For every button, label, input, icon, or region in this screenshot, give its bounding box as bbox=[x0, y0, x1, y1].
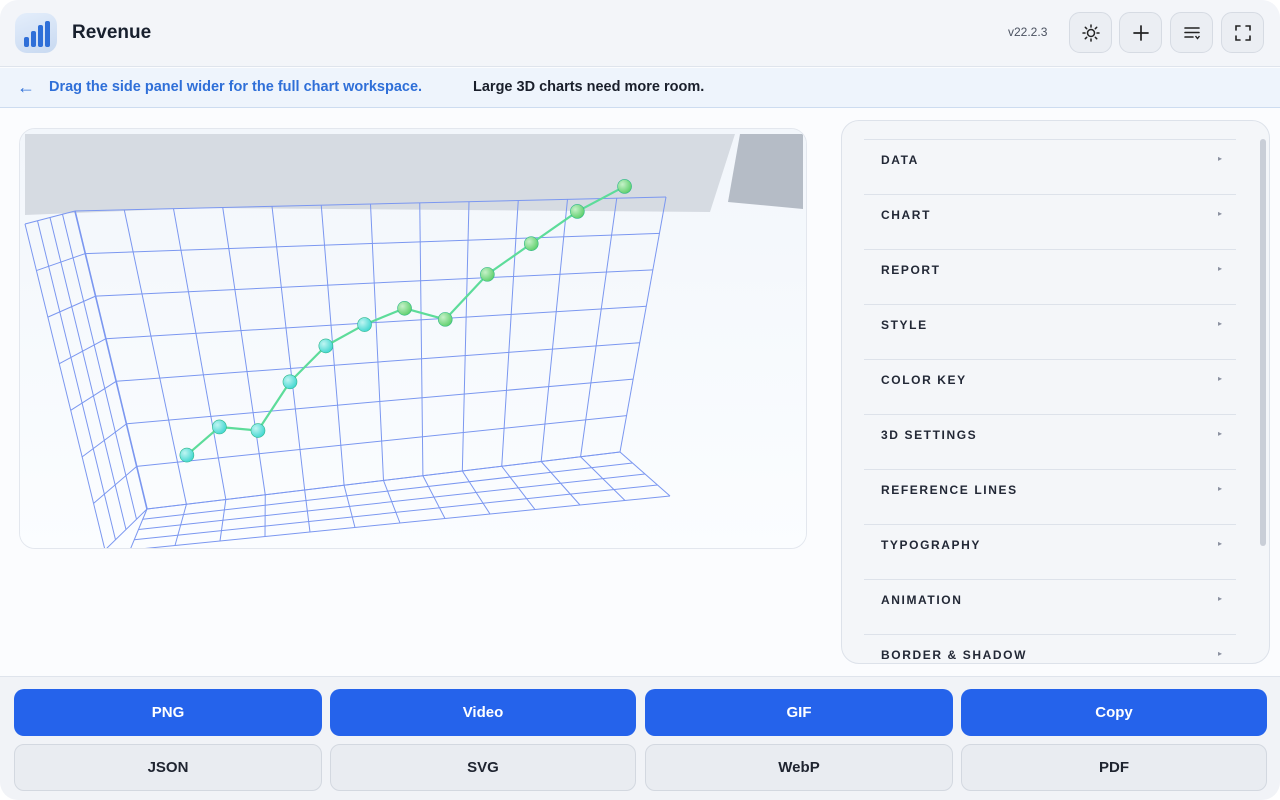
data-point[interactable] bbox=[282, 374, 298, 390]
panel-section-reference-lines[interactable]: REFERENCE LINES ▸ bbox=[864, 469, 1236, 524]
panel-scrollbar[interactable] bbox=[1260, 139, 1266, 546]
panel-section-border-shadow[interactable]: BORDER & SHADOW ▸ bbox=[864, 634, 1236, 663]
chart-3d-canvas[interactable] bbox=[20, 129, 807, 549]
chevron-right-icon: ▸ bbox=[1217, 484, 1222, 493]
chevron-right-icon: ▸ bbox=[1217, 649, 1222, 658]
menu-button[interactable] bbox=[1170, 12, 1213, 53]
panel-section-typography[interactable]: TYPOGRAPHY ▸ bbox=[864, 524, 1236, 579]
data-point[interactable] bbox=[617, 179, 632, 194]
chart-backdrop-wall bbox=[25, 134, 735, 215]
panel-section-data[interactable]: DATA ▸ bbox=[864, 139, 1236, 194]
banner-message: Large 3D charts need more room. bbox=[473, 79, 705, 95]
chevron-right-icon: ▸ bbox=[1217, 429, 1222, 438]
chevron-right-icon: ▸ bbox=[1217, 154, 1222, 163]
plus-icon bbox=[1132, 24, 1149, 41]
app-title: Revenue bbox=[72, 22, 152, 43]
panel-section-label: BORDER & SHADOW bbox=[881, 648, 1027, 662]
data-point[interactable] bbox=[212, 419, 227, 435]
export-webp-button[interactable]: WebP bbox=[645, 744, 953, 791]
chevron-right-icon: ▸ bbox=[1217, 374, 1222, 383]
fullscreen-button[interactable] bbox=[1221, 12, 1264, 53]
notice-banner: ← Drag the side panel wider for the full… bbox=[0, 68, 1280, 108]
panel-section-color-key[interactable]: COLOR KEY ▸ bbox=[864, 359, 1236, 414]
data-point[interactable] bbox=[357, 317, 372, 332]
export-copy-button[interactable]: Copy bbox=[961, 689, 1267, 736]
chevron-right-icon: ▸ bbox=[1217, 209, 1222, 218]
panel-section-label: 3D SETTINGS bbox=[881, 428, 978, 442]
panel-section-label: REFERENCE LINES bbox=[881, 483, 1018, 497]
data-point[interactable] bbox=[523, 236, 539, 251]
panel-section-label: DATA bbox=[881, 153, 919, 167]
data-point[interactable] bbox=[318, 338, 334, 354]
export-video-button[interactable]: Video bbox=[330, 689, 636, 736]
arrow-left-icon: ← bbox=[17, 77, 35, 97]
panel-section-chart[interactable]: CHART ▸ bbox=[864, 194, 1236, 249]
panel-section-label: TYPOGRAPHY bbox=[881, 538, 982, 552]
data-point[interactable] bbox=[480, 267, 495, 282]
chevron-right-icon: ▸ bbox=[1217, 594, 1222, 603]
expand-icon bbox=[1234, 24, 1251, 41]
chevron-right-icon: ▸ bbox=[1217, 319, 1222, 328]
app-header: Revenue v22.2.3 bbox=[0, 0, 1280, 67]
export-json-button[interactable]: JSON bbox=[14, 744, 322, 791]
panel-section-label: CHART bbox=[881, 208, 931, 222]
panel-section-3d-settings[interactable]: 3D SETTINGS ▸ bbox=[864, 414, 1236, 469]
panel-section-style[interactable]: STYLE ▸ bbox=[864, 304, 1236, 359]
chart-card bbox=[19, 128, 807, 549]
version-label: v22.2.3 bbox=[1008, 25, 1048, 39]
panel-section-report[interactable]: REPORT ▸ bbox=[864, 249, 1236, 304]
chevron-right-icon: ▸ bbox=[1217, 264, 1222, 273]
data-point[interactable] bbox=[570, 204, 585, 219]
chevron-right-icon: ▸ bbox=[1217, 539, 1222, 548]
export-svg-button[interactable]: SVG bbox=[330, 744, 636, 791]
panel-section-label: ANIMATION bbox=[881, 593, 963, 607]
export-footer: PNG Video GIF Copy JSON SVG WebP PDF bbox=[0, 676, 1280, 800]
data-point[interactable] bbox=[250, 423, 266, 438]
panel-section-label: STYLE bbox=[881, 318, 928, 332]
panel-section-animation[interactable]: ANIMATION ▸ bbox=[864, 579, 1236, 634]
data-point[interactable] bbox=[397, 300, 412, 316]
app-logo-icon bbox=[15, 13, 57, 53]
settings-side-panel: DATA ▸ CHART ▸ REPORT ▸ STYLE ▸ COLOR KEY ▸ 3D SET… bbox=[841, 120, 1270, 664]
add-button[interactable] bbox=[1119, 12, 1162, 53]
export-png-button[interactable]: PNG bbox=[14, 689, 322, 736]
panel-section-label: REPORT bbox=[881, 263, 941, 277]
theme-toggle-button[interactable] bbox=[1069, 12, 1112, 53]
data-point[interactable] bbox=[179, 447, 195, 463]
app-window: Revenue v22.2.3 ← Drag the side panel wi… bbox=[0, 0, 1280, 800]
data-point[interactable] bbox=[437, 312, 453, 327]
panel-section-label: COLOR KEY bbox=[881, 373, 967, 387]
chart-backdrop-side bbox=[728, 134, 803, 209]
list-icon bbox=[1183, 26, 1200, 40]
export-pdf-button[interactable]: PDF bbox=[961, 744, 1267, 791]
widen-panel-link[interactable]: Drag the side panel wider for the full c… bbox=[49, 79, 422, 95]
sun-icon bbox=[1081, 23, 1100, 42]
export-gif-button[interactable]: GIF bbox=[645, 689, 953, 736]
